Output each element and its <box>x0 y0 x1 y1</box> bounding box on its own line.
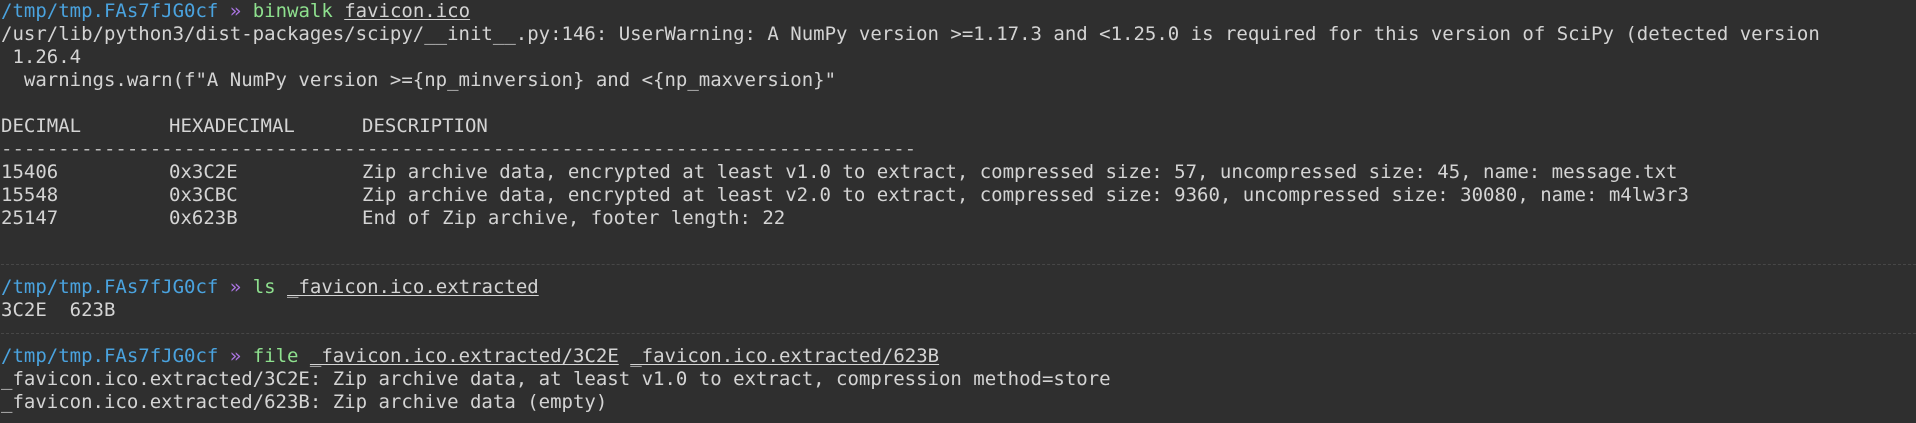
command-name: binwalk <box>252 0 333 22</box>
prompt-separator: » <box>229 276 242 298</box>
header-hexadecimal: HEXADECIMAL <box>169 115 295 137</box>
command-argument-2: _favicon.ico.extracted/623B <box>630 345 940 367</box>
warning-line-2: 1.26.4 <box>1 46 82 68</box>
header-description: DESCRIPTION <box>362 115 488 137</box>
prompt-line-binwalk: /tmp/tmp.FAs7fJG0cf » binwalk favicon.ic… <box>1 0 1916 23</box>
prompt-separator: » <box>229 0 242 22</box>
prompt-path: /tmp/tmp.FAs7fJG0cf <box>1 345 219 367</box>
table-row: 15548 0x3CBC Zip archive data, encrypted a… <box>1 184 1916 207</box>
row-decimal: 25147 <box>1 207 59 229</box>
command-argument-1: _favicon.ico.extracted/3C2E <box>309 345 619 367</box>
row-decimal: 15406 <box>1 161 59 183</box>
row-hexadecimal: 0x3CBC <box>169 184 238 206</box>
command-divider <box>1 322 1916 345</box>
warning-line-3: warnings.warn(f"A NumPy version >={np_mi… <box>1 69 837 91</box>
file-output-line-1: _favicon.ico.extracted/3C2E: Zip archive… <box>1 368 1111 390</box>
prompt-path: /tmp/tmp.FAs7fJG0cf <box>1 0 219 22</box>
command-name: ls <box>252 276 276 298</box>
row-description: End of Zip archive, footer length: 22 <box>362 207 786 229</box>
command-argument: _favicon.ico.extracted <box>287 276 539 298</box>
row-description: Zip archive data, encrypted at least v1.… <box>362 161 1678 183</box>
file-output-line-2: _favicon.ico.extracted/623B: Zip archive… <box>1 391 608 413</box>
binwalk-table-header: DECIMAL HEXADECIMAL DESCRIPTION <box>1 115 1916 138</box>
row-hexadecimal: 0x3C2E <box>169 161 238 183</box>
prompt-line-file: /tmp/tmp.FAs7fJG0cf » file _favicon.ico.… <box>1 345 1916 368</box>
command-argument: favicon.ico <box>344 0 471 22</box>
command-divider <box>1 253 1916 276</box>
command-name: file <box>252 345 299 367</box>
table-row: 15406 0x3C2E Zip archive data, encrypted a… <box>1 161 1916 184</box>
prompt-path: /tmp/tmp.FAs7fJG0cf <box>1 276 219 298</box>
warning-line-1: /usr/lib/python3/dist-packages/scipy/__i… <box>1 23 1820 45</box>
terminal-output[interactable]: /tmp/tmp.FAs7fJG0cf » binwalk favicon.ic… <box>1 0 1916 414</box>
row-decimal: 15548 <box>1 184 59 206</box>
ls-output: 3C2E 623B <box>1 299 116 321</box>
table-dash-separator: ----------------------------------------… <box>1 138 917 160</box>
prompt-line-ls: /tmp/tmp.FAs7fJG0cf » ls _favicon.ico.ex… <box>1 276 1916 299</box>
prompt-separator: » <box>229 345 242 367</box>
row-hexadecimal: 0x623B <box>169 207 238 229</box>
header-decimal: DECIMAL <box>1 115 82 137</box>
table-row: 25147 0x623B End of Zip archive, footer le… <box>1 207 1916 230</box>
row-description: Zip archive data, encrypted at least v2.… <box>362 184 1689 206</box>
